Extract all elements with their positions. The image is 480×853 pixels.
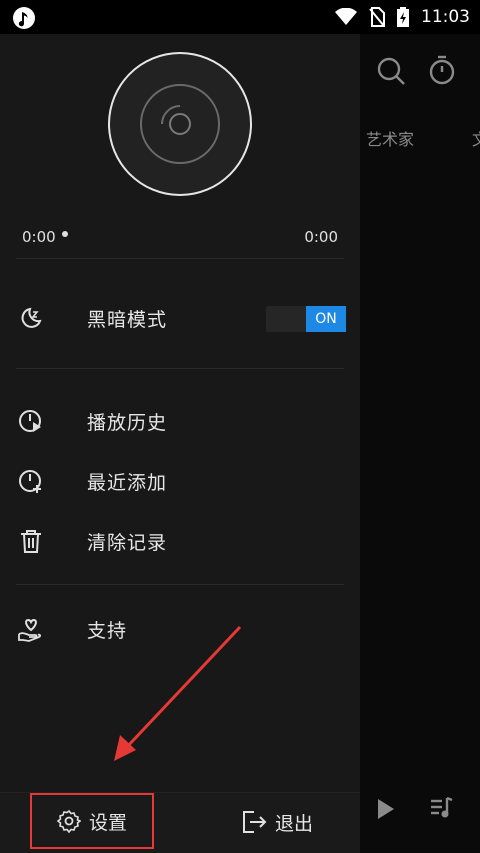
- wifi-icon: [335, 8, 357, 25]
- menu-item-support[interactable]: 支持: [0, 601, 360, 657]
- menu-label-dark-mode: 黑暗模式: [87, 308, 168, 331]
- tab-partial[interactable]: 文: [472, 126, 480, 150]
- history-icon: [18, 408, 44, 434]
- battery-charging-icon: [397, 7, 409, 27]
- menu-label-clear-history: 清除记录: [87, 531, 168, 554]
- playlist-icon[interactable]: [430, 796, 454, 820]
- divider: [16, 584, 344, 585]
- music-app-icon: [13, 7, 35, 29]
- divider: [16, 258, 344, 259]
- heart-hand-icon: [18, 616, 44, 642]
- seek-bar-thumb[interactable]: [62, 231, 68, 237]
- menu-label-recently-added: 最近添加: [87, 471, 168, 494]
- main-screen-background: [360, 34, 480, 852]
- exit-button[interactable]: 退出: [232, 799, 322, 845]
- settings-label: 设置: [88, 811, 127, 834]
- gear-icon: [56, 809, 81, 833]
- divider: [16, 368, 344, 369]
- drawer-bottom-bar: 设置 退出: [0, 792, 360, 853]
- menu-item-clear-history[interactable]: 清除记录: [0, 513, 360, 569]
- tab-artist[interactable]: 艺术家: [366, 126, 414, 150]
- toggle-on-label: ON: [306, 306, 346, 332]
- play-icon[interactable]: [376, 798, 396, 820]
- moon-icon: [18, 305, 44, 331]
- menu-label-play-history: 播放历史: [87, 411, 168, 434]
- recent-add-icon: [18, 468, 44, 494]
- menu-item-recently-added[interactable]: 最近添加: [0, 453, 360, 509]
- timer-icon[interactable]: [428, 54, 456, 86]
- total-time: 0:00: [304, 228, 338, 246]
- album-art-disc[interactable]: [108, 52, 252, 196]
- search-icon[interactable]: [376, 56, 406, 86]
- navigation-drawer: 0:00 0:00 黑暗模式 ON 播放历史 最近添加 清除记录 支持 设置 退…: [0, 34, 360, 853]
- logout-icon: [242, 811, 267, 833]
- disc-highlight-arc: [161, 105, 181, 125]
- clock: 11:03: [421, 7, 470, 27]
- exit-label: 退出: [274, 812, 313, 835]
- dark-mode-toggle[interactable]: ON: [266, 306, 346, 332]
- current-time: 0:00: [22, 228, 56, 246]
- trash-icon: [18, 528, 44, 554]
- status-bar: 11:03: [0, 0, 480, 34]
- settings-button[interactable]: 设置: [30, 793, 154, 849]
- menu-item-play-history[interactable]: 播放历史: [0, 393, 360, 449]
- no-sim-icon: [369, 7, 385, 27]
- menu-label-support: 支持: [87, 619, 128, 642]
